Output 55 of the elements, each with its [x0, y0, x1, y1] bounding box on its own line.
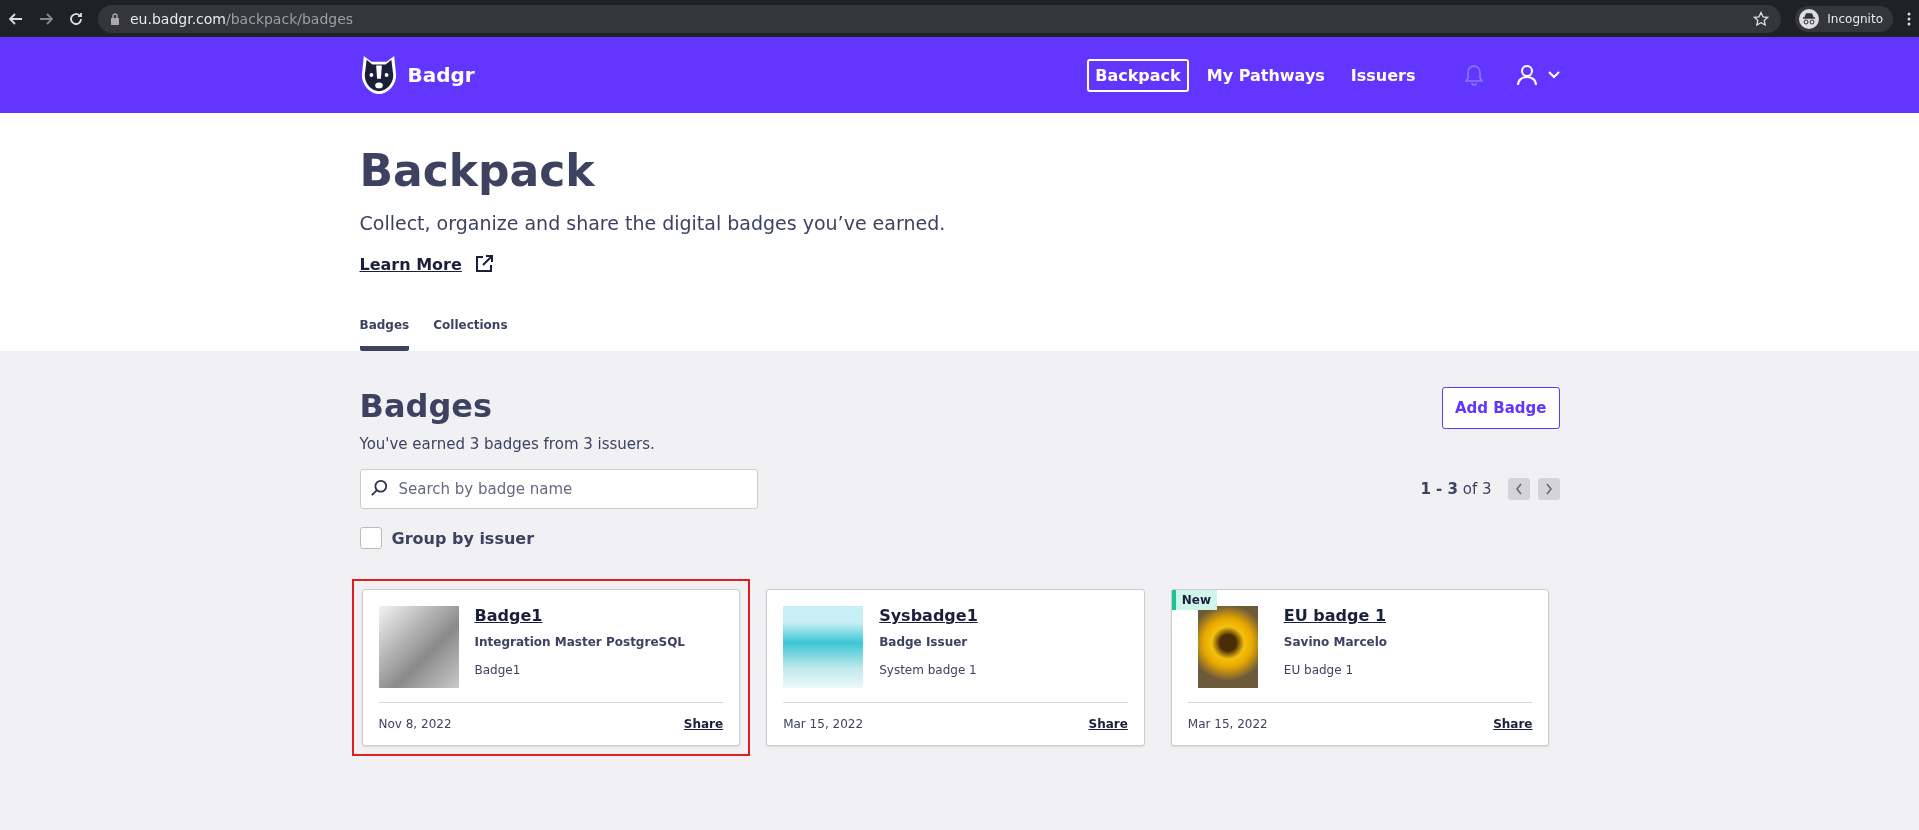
star-icon[interactable] [1753, 10, 1770, 27]
badge-name-link[interactable]: EU badge 1 [1283, 606, 1387, 625]
badge-name-link[interactable]: Sysbadge1 [879, 606, 978, 625]
nav-link[interactable]: Backpack [1087, 58, 1189, 92]
reload-icon[interactable] [68, 10, 84, 27]
share-link[interactable]: Share [1493, 717, 1533, 731]
badge-issuer: Integration Master PostgreSQL [474, 635, 685, 649]
address-bar[interactable]: eu.badgr.com/backpack/badges [98, 4, 1782, 33]
badge-date: Nov 8, 2022 [378, 717, 452, 731]
more-menu-icon[interactable] [1907, 10, 1911, 27]
previous-page-button[interactable] [1507, 478, 1530, 500]
page-subtitle: Collect, organize and share the digital badges you’ve earned. [359, 212, 947, 234]
badge-card[interactable]: Badge1 Integration Master PostgreSQL Badge1 Nov 8, 2022 Share [361, 589, 741, 746]
chevron-down-icon[interactable] [1547, 71, 1560, 79]
share-link[interactable]: Share [683, 717, 724, 731]
chevron-left-icon [1514, 483, 1523, 495]
badge-date: Mar 15, 2022 [783, 717, 864, 731]
badge-name-link[interactable]: Badge1 [474, 606, 543, 625]
share-link[interactable]: Share [1088, 717, 1128, 731]
badge-description: EU badge 1 [1283, 663, 1355, 677]
badge-card[interactable]: Sysbadge1 Badge Issuer System badge 1 Mar 15, 2022 Share [766, 589, 1145, 746]
group-by-label: Group by issuer [391, 528, 535, 548]
nav-link[interactable]: Issuers [1342, 58, 1424, 92]
profile-button[interactable]: Incognito [1795, 5, 1893, 32]
badge-description: Badge1 [474, 663, 522, 677]
url-host: eu.badgr.com [130, 10, 226, 27]
new-badge-label: New [1171, 590, 1218, 610]
tab[interactable]: Badges [359, 314, 410, 351]
lock-icon [110, 12, 120, 25]
brand-name[interactable]: Badgr [407, 63, 475, 87]
pagination-range: 1 - 3 of 3 [1420, 480, 1492, 498]
url-path: /backpack/badges [226, 10, 355, 27]
tab[interactable]: Collections [433, 314, 508, 351]
group-checkbox[interactable] [359, 527, 382, 549]
badge-issuer: Badge Issuer [879, 635, 969, 649]
badge-date: Mar 15, 2022 [1187, 717, 1268, 731]
next-page-button[interactable] [1537, 478, 1560, 500]
badge-card[interactable]: New EU badge 1 Savino Marcelo EU badge 1 Mar 15, 2022 Share [1170, 589, 1550, 746]
chevron-right-icon [1544, 483, 1553, 495]
badge-description: System badge 1 [879, 663, 978, 677]
external-link-icon[interactable] [473, 254, 494, 274]
add-badge-button[interactable]: Add Badge [1442, 387, 1560, 429]
badge-issuer: Savino Marcelo [1283, 635, 1388, 649]
learn-more-link[interactable]: Learn More [359, 254, 462, 274]
user-icon[interactable] [1515, 64, 1538, 86]
search-icon [369, 479, 388, 497]
incognito-icon [1799, 8, 1820, 29]
search-field[interactable]: Search by badge name [359, 469, 758, 509]
badge-summary: You've earned 3 badges from 3 issuers. [359, 435, 655, 453]
badger-logo-icon[interactable] [359, 54, 398, 96]
nav-link[interactable]: My Pathways [1198, 58, 1333, 92]
back-arrow-icon[interactable] [8, 10, 24, 27]
section-title: Badges [359, 387, 494, 425]
page-title: Backpack [359, 145, 596, 196]
forward-arrow-icon[interactable] [38, 10, 54, 27]
